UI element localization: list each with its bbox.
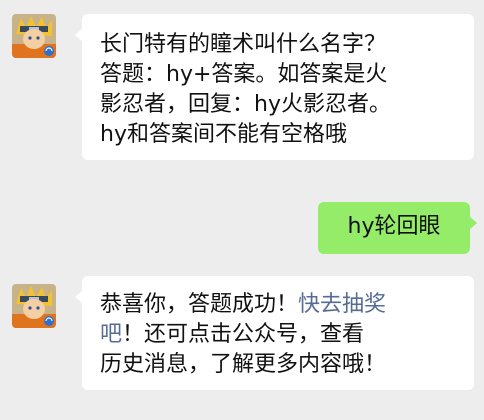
reply-text: hy轮回眼 <box>347 214 441 239</box>
success-message: 恭喜你，答题成功！快去抽奖 吧！还可点击公众号，查看 历史消息，了解更多内容哦！ <box>75 276 474 390</box>
bot-avatar[interactable] <box>12 284 56 328</box>
message-line: 历史消息，了解更多内容哦！ <box>100 352 387 377</box>
message-line: 影忍者，回复：hy火影忍者。 <box>100 92 391 117</box>
naruto-avatar-icon <box>12 14 56 58</box>
message-line: hy和答案间不能有空格哦 <box>100 122 347 147</box>
user-reply-message: hy轮回眼 <box>318 202 477 254</box>
message-line: 答题：hy+答案。如答案是火 <box>100 62 388 87</box>
bot-avatar[interactable] <box>12 14 56 58</box>
naruto-avatar-icon <box>12 284 56 328</box>
message-line: 吧！还可点击公众号，查看 <box>100 320 460 350</box>
lottery-link[interactable]: 快去抽奖 <box>298 292 386 317</box>
message-line: 长门特有的瞳术叫什么名字？ <box>100 32 387 57</box>
message-line: 恭喜你，答题成功！快去抽奖 <box>100 290 460 320</box>
message-text: 恭喜你，答题成功！ <box>100 292 299 317</box>
message-text: ！还可点击公众号，查看 <box>122 322 365 347</box>
lottery-link-continued[interactable]: 吧 <box>100 322 122 347</box>
question-message: 长门特有的瞳术叫什么名字？ 答题：hy+答案。如答案是火 影忍者，回复：hy火影… <box>75 14 474 160</box>
